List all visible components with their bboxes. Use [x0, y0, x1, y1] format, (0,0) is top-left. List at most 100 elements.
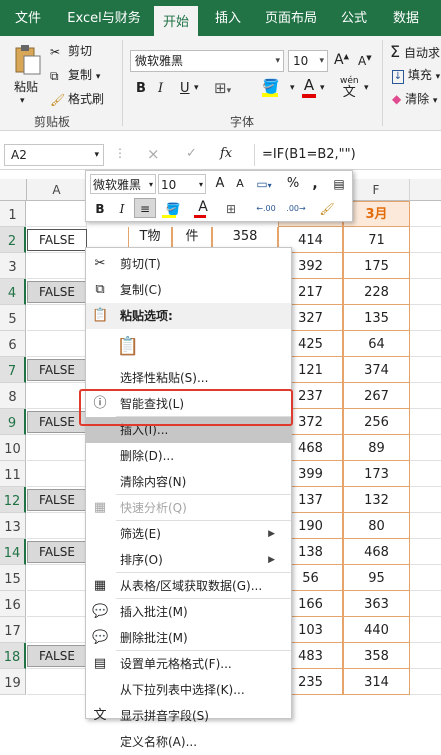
cell-a14-value[interactable]: FALSE	[27, 541, 87, 563]
column-header-g[interactable]	[410, 179, 441, 201]
font-color-button[interactable]: A	[302, 76, 316, 98]
row-header-14[interactable]: 14	[0, 539, 26, 565]
menu-item-phonetic[interactable]: 文显示拼音字段(S)	[86, 703, 291, 729]
row-header-6[interactable]: 6	[0, 331, 26, 357]
tab-excel-finance[interactable]: Excel与财务	[60, 0, 148, 36]
fill-color-dropdown-icon[interactable]: ▾	[290, 83, 295, 93]
insert-function-icon[interactable]: fx	[220, 146, 232, 161]
column-header-f[interactable]: F	[343, 179, 410, 201]
row-header-17[interactable]: 17	[0, 617, 26, 643]
phonetic-guide-button[interactable]: wén 文	[340, 76, 359, 100]
cell-f3[interactable]: 175	[343, 253, 410, 279]
underline-button[interactable]: U	[180, 81, 190, 96]
mini-format-table-icon[interactable]: ▤	[330, 174, 348, 194]
menu-item-table[interactable]: ▦ 从表格/区域获取数据(G)...	[86, 573, 291, 599]
mini-format-painter-icon[interactable]: 🖌	[316, 199, 338, 219]
mini-align-center-icon[interactable]: ≡	[134, 198, 156, 218]
menu-item-item-10[interactable]: 筛选(E) ▶	[86, 521, 291, 547]
cell-f9[interactable]: 256	[343, 409, 410, 435]
cell-g16[interactable]	[410, 591, 441, 617]
cell-a3[interactable]	[27, 253, 87, 279]
cell-f14[interactable]: 468	[343, 539, 410, 565]
menu-item-quick-analysis[interactable]: ▦ 快速分析(Q)	[86, 495, 291, 521]
mini-number-format-icon[interactable]: ▭▾	[252, 174, 276, 194]
row-header-12[interactable]: 12	[0, 487, 26, 513]
row-header-3[interactable]: 3	[0, 253, 26, 279]
fill-color-button[interactable]: 🪣	[262, 79, 279, 97]
row-header-9[interactable]: 9	[0, 409, 26, 435]
mini-comma-button[interactable]: ,	[308, 174, 322, 194]
tab-formulas[interactable]: 公式	[332, 0, 376, 36]
cell-f18[interactable]: 358	[343, 643, 410, 669]
cell-f13[interactable]: 80	[343, 513, 410, 539]
row-header-8[interactable]: 8	[0, 383, 26, 409]
cell-g4[interactable]	[410, 279, 441, 305]
cell-f8[interactable]: 267	[343, 383, 410, 409]
row-header-11[interactable]: 11	[0, 461, 26, 487]
paste-button[interactable]: 粘贴	[14, 78, 38, 95]
menu-item-item-11[interactable]: 排序(O) ▶	[86, 547, 291, 573]
cell-f4[interactable]: 228	[343, 279, 410, 305]
tab-page-layout[interactable]: 页面布局	[258, 0, 324, 36]
menu-item-item-16[interactable]: 从下拉列表中选择(K)...	[86, 677, 291, 703]
cell-g8[interactable]	[410, 383, 441, 409]
row-header-7[interactable]: 7	[0, 357, 26, 383]
cell-a1[interactable]	[27, 201, 87, 227]
fill-button[interactable]: ↓ 填充 ▾	[392, 66, 440, 84]
row-header-19[interactable]: 19	[0, 669, 26, 695]
cell-a7-value[interactable]: FALSE	[27, 359, 87, 381]
menu-item-insert-comment[interactable]: 💬 插入批注(M)	[86, 599, 291, 625]
menu-item-item-7[interactable]: 删除(D)...	[86, 443, 291, 469]
cell-f7[interactable]: 374	[343, 357, 410, 383]
tab-home[interactable]: 开始	[154, 4, 198, 36]
borders-icon[interactable]: ⊞▾	[214, 79, 231, 97]
cell-a6[interactable]	[27, 331, 87, 357]
cell-g2[interactable]	[410, 227, 441, 253]
row-header-2[interactable]: 2	[0, 227, 26, 253]
row-header-1[interactable]: 1	[0, 201, 26, 227]
font-size-combo[interactable]: 10 ▾	[288, 50, 328, 72]
row-header-10[interactable]: 10	[0, 435, 26, 461]
cell-a10[interactable]	[27, 435, 87, 461]
cell-g19[interactable]	[410, 669, 441, 695]
mini-font-name-combo[interactable]: 微软雅黑 ▾	[90, 174, 156, 194]
cell-g18[interactable]	[410, 643, 441, 669]
cell-f16[interactable]: 363	[343, 591, 410, 617]
menu-item-paste-option[interactable]: 📋	[86, 329, 291, 365]
cell-a2-value[interactable]: FALSE	[27, 229, 87, 251]
cell-g14[interactable]	[410, 539, 441, 565]
grow-font-button[interactable]: A▲	[334, 52, 349, 68]
mini-bold-button[interactable]: B	[92, 199, 108, 219]
cell-a19[interactable]	[27, 669, 87, 695]
cell-f12[interactable]: 132	[343, 487, 410, 513]
bold-button[interactable]: B	[136, 81, 146, 96]
menu-item-delete-comment[interactable]: 💬 删除批注(M)	[86, 625, 291, 651]
cell-a9-value[interactable]: FALSE	[27, 411, 87, 433]
cell-g6[interactable]	[410, 331, 441, 357]
column-header-a[interactable]: A	[27, 179, 87, 201]
clear-button[interactable]: ◆ 清除 ▾	[392, 90, 437, 107]
cell-g1[interactable]	[410, 201, 441, 227]
enter-icon[interactable]: ✓	[186, 146, 197, 161]
row-header-13[interactable]: 13	[0, 513, 26, 539]
cell-a8[interactable]	[27, 383, 87, 409]
cell-f10[interactable]: 89	[343, 435, 410, 461]
cell-f19[interactable]: 314	[343, 669, 410, 695]
cell-g12[interactable]	[410, 487, 441, 513]
format-painter-button[interactable]: 🖌 格式刷	[50, 90, 104, 107]
mini-shrink-font-button[interactable]: A	[232, 174, 248, 194]
cell-f15[interactable]: 95	[343, 565, 410, 591]
mini-grow-font-button[interactable]: A	[212, 174, 228, 194]
italic-button[interactable]: I	[158, 81, 163, 96]
cell-g13[interactable]	[410, 513, 441, 539]
row-header-4[interactable]: 4	[0, 279, 26, 305]
menu-item-format-cells[interactable]: ▤ 设置单元格格式(F)...	[86, 651, 291, 677]
cell-f11[interactable]: 173	[343, 461, 410, 487]
menu-item-copy[interactable]: ⧉ 复制(C)	[86, 277, 291, 303]
menu-item-item-8[interactable]: 清除内容(N)	[86, 469, 291, 495]
cell-g3[interactable]	[410, 253, 441, 279]
cell-f6[interactable]: 64	[343, 331, 410, 357]
formula-input[interactable]: =IF(B1=B2,"")	[262, 147, 356, 162]
cell-g9[interactable]	[410, 409, 441, 435]
cell-g7[interactable]	[410, 357, 441, 383]
